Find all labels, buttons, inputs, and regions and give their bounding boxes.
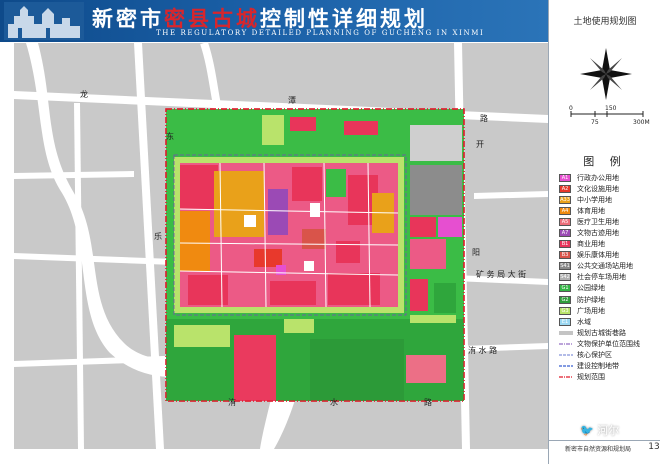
legend-label: 文化设施用地 [577, 184, 619, 193]
boundary-line-icon [559, 376, 573, 378]
title-highlight: 密县古城 [164, 6, 260, 31]
legend-item: S41 公共交通场站用地 [559, 261, 660, 272]
road-label-long: 龙 [80, 89, 88, 99]
legend-label: 广场用地 [577, 306, 605, 315]
page-number: 13 [648, 442, 660, 452]
legend-item: A33 中小学用地 [559, 194, 660, 205]
legend-item: A1 行政办公用地 [559, 172, 660, 183]
legend-item: B1 商业用地 [559, 239, 660, 250]
legend-item: E1 水域 [559, 316, 660, 327]
legend-swatch: G2 [559, 295, 571, 304]
legend-swatch: E1 [559, 317, 571, 326]
legend-swatch: A5 [559, 217, 571, 226]
north-arrow-scale-icon: 0 150 75 300M [569, 48, 650, 126]
legend-label: 公共交通场站用地 [577, 262, 633, 271]
legend-item: G3 广场用地 [559, 305, 660, 316]
legend-item: G2 防护绿地 [559, 294, 660, 305]
legend-swatch: S42 [559, 273, 571, 282]
city-skyline-logo-icon [4, 2, 84, 40]
south-parcels [166, 319, 464, 401]
legend-item: B3 娱乐康体用地 [559, 250, 660, 261]
legend-label: 中小学用地 [577, 195, 612, 204]
planning-map-sheet: 新密市密县古城控制性详细规划 THE REGULATORY DETAILED P… [0, 0, 660, 464]
legend-swatch: G1 [559, 284, 571, 293]
legend-label: 商业用地 [577, 240, 605, 249]
land-use-map[interactable]: 龙 潭 路 东 乐 开 阳 矿 务 局 大 街 洧 水 路 洧 水 路 [14, 43, 548, 449]
legend-label: 社会停车场用地 [577, 273, 626, 282]
legend-label: 文物古迹用地 [577, 229, 619, 238]
road-label-tan: 潭 [288, 96, 296, 105]
legend-item: A2 文化设施用地 [559, 183, 660, 194]
road-label-wei: 洧 [228, 397, 236, 407]
legend-line-item: 核心保护区 [559, 350, 660, 361]
legend-swatch: G3 [559, 306, 571, 315]
legend-item: A4 体育用地 [559, 205, 660, 216]
title-banner: 新密市密县古城控制性详细规划 THE REGULATORY DETAILED P… [0, 0, 548, 42]
road-label-kai: 开 [476, 140, 484, 149]
legend-label: 行政办公用地 [577, 173, 619, 182]
legend-label: 水域 [577, 317, 591, 326]
english-subtitle: THE REGULATORY DETAILED PLANNING OF GUCH… [156, 29, 485, 37]
road-label-lu-south: 路 [424, 397, 432, 407]
heritage-line-icon [559, 343, 573, 345]
road-label-kuangwuju: 矿 务 局 大 街 [476, 269, 526, 279]
road-label-lu-north: 路 [480, 113, 488, 123]
road-label-yang: 阳 [472, 248, 480, 257]
legend-line-item: 规划范围 [559, 372, 660, 383]
legend-label: 建设控制地带 [577, 362, 619, 371]
street-line-icon [559, 331, 573, 335]
side-panel: 土地使用规划图 0 150 75 300M 图 例 A1 行政办公用地 A2 文… [548, 0, 660, 464]
legend-swatch: A7 [559, 229, 571, 238]
legend-line-item: 建设控制地带 [559, 361, 660, 372]
scale-label-150: 150 [605, 105, 617, 112]
scale-label-300: 300M [633, 119, 650, 126]
legend-swatch: B1 [559, 240, 571, 249]
legend: A1 行政办公用地 A2 文化设施用地 A33 中小学用地 A4 体育用地 A5 医疗卫生… [559, 172, 660, 383]
map-canvas[interactable]: 龙 潭 路 东 乐 开 阳 矿 务 局 大 街 洧 水 路 洧 水 路 [14, 43, 548, 449]
legend-swatch: A33 [559, 195, 571, 204]
legend-label: 公园绿地 [577, 284, 605, 293]
scale-label-75: 75 [591, 119, 599, 126]
legend-label: 娱乐康体用地 [577, 251, 619, 260]
legend-item: A5 医疗卫生用地 [559, 216, 660, 227]
legend-swatch: A1 [559, 173, 571, 182]
legend-item: G1 公园绿地 [559, 283, 660, 294]
legend-item: S42 社会停车场用地 [559, 272, 660, 283]
legend-item: A7 文物古迹用地 [559, 227, 660, 238]
road-label-shui: 水 [330, 397, 338, 407]
road-label-le: 乐 [154, 231, 162, 241]
scale-label-0: 0 [569, 105, 573, 112]
legend-title: 图 例 [583, 155, 627, 168]
watermark: 🐦 河尔 [580, 424, 620, 437]
road-label-dong: 东 [166, 131, 174, 141]
legend-label: 文物保护单位范围线 [577, 339, 640, 348]
title-part-1: 新密市 [92, 6, 164, 31]
legend-swatch: S41 [559, 262, 571, 271]
legend-swatch: B3 [559, 251, 571, 260]
organization-name: 新密市自然资源和规划局 [564, 446, 631, 453]
road-label-weishui: 洧 水 路 [468, 345, 497, 355]
core-zone-line-icon [559, 354, 573, 356]
legend-label: 防护绿地 [577, 295, 605, 304]
legend-label: 规划范围 [577, 373, 605, 382]
sheet-title: 土地使用规划图 [573, 17, 637, 27]
legend-label: 规划古城街巷路 [577, 328, 626, 337]
legend-line-item: 规划古城街巷路 [559, 327, 660, 338]
legend-swatch: A4 [559, 206, 571, 215]
legend-label: 体育用地 [577, 206, 605, 215]
footer-divider [548, 440, 660, 441]
title-part-2: 控制性详细规划 [260, 6, 428, 31]
legend-line-item: 文物保护单位范围线 [559, 338, 660, 349]
legend-label: 医疗卫生用地 [577, 217, 619, 226]
control-zone-line-icon [559, 365, 573, 367]
legend-swatch: A2 [559, 184, 571, 193]
legend-label: 核心保护区 [577, 351, 612, 360]
